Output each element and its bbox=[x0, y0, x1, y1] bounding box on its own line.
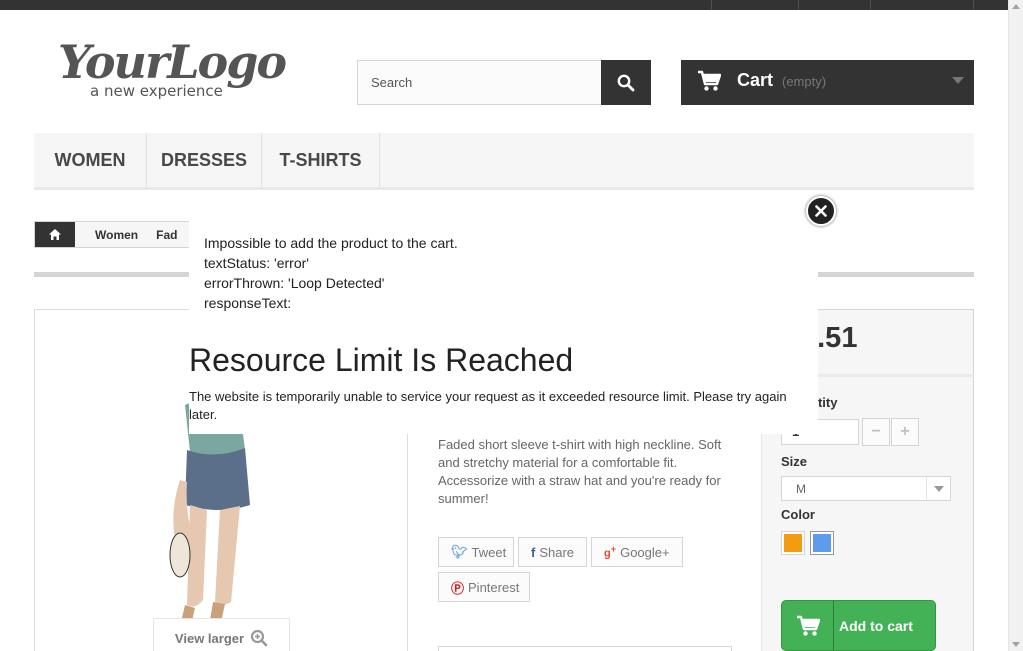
error-line: Impossible to add the product to the car… bbox=[204, 235, 458, 251]
error-line: textStatus: 'error' bbox=[204, 255, 309, 271]
error-details: Impossible to add the product to the car… bbox=[204, 233, 458, 313]
modal-overlay: Impossible to add the product to the car… bbox=[0, 0, 1008, 651]
vertical-scrollbar[interactable] bbox=[1008, 0, 1023, 651]
error-heading: Resource Limit Is Reached bbox=[189, 342, 574, 378]
scroll-up-arrow-icon[interactable] bbox=[1012, 4, 1020, 9]
modal-close-button[interactable] bbox=[806, 196, 836, 226]
close-icon bbox=[815, 205, 827, 217]
error-line: responseText: bbox=[204, 295, 292, 311]
scroll-down-arrow-icon[interactable] bbox=[1012, 642, 1020, 647]
error-modal: Impossible to add the product to the car… bbox=[189, 216, 818, 434]
error-note: The website is temporarily unable to ser… bbox=[189, 389, 787, 422]
error-line: errorThrown: 'Loop Detected' bbox=[204, 275, 385, 291]
